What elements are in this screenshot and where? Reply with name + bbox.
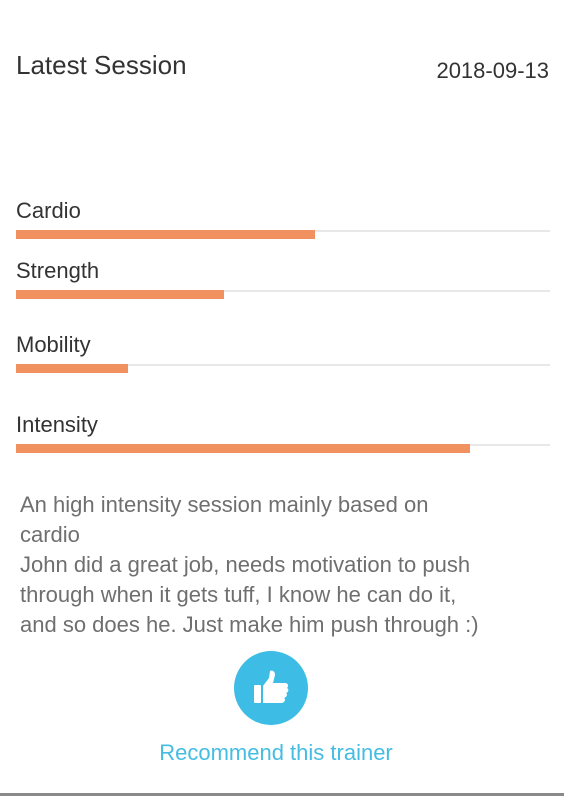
thumbs-up-icon [254,670,289,703]
notes-line: John did a great job, needs motivation t… [20,552,471,577]
metric-track-strength [16,290,550,299]
notes-line: and so does he. Just make him push throu… [20,612,479,637]
metric-label-strength: Strength [16,258,100,283]
metric-track-intensity [16,444,550,453]
metric-label-cardio: Cardio [16,198,81,223]
metric-track-cardio [16,230,550,239]
notes-line: through when it gets tuff, I know he can… [20,582,457,607]
session-notes: An high intensity session mainly based o… [20,490,555,640]
metric-fill-strength [16,290,225,299]
notes-line: cardio [20,522,80,547]
metric-track-mobility [16,364,550,373]
metric-label-intensity: Intensity [16,412,98,437]
session-title: Latest Session [16,50,187,80]
recommend-button[interactable] [234,651,308,725]
session-date: 2018-09-13 [436,58,549,83]
metric-fill-intensity [16,444,470,453]
metric-label-mobility: Mobility [16,332,91,357]
metric-fill-cardio [16,230,316,239]
metric-fill-mobility [16,364,129,373]
recommend-link[interactable]: Recommend this trainer [0,740,552,766]
notes-line: An high intensity session mainly based o… [20,492,429,517]
